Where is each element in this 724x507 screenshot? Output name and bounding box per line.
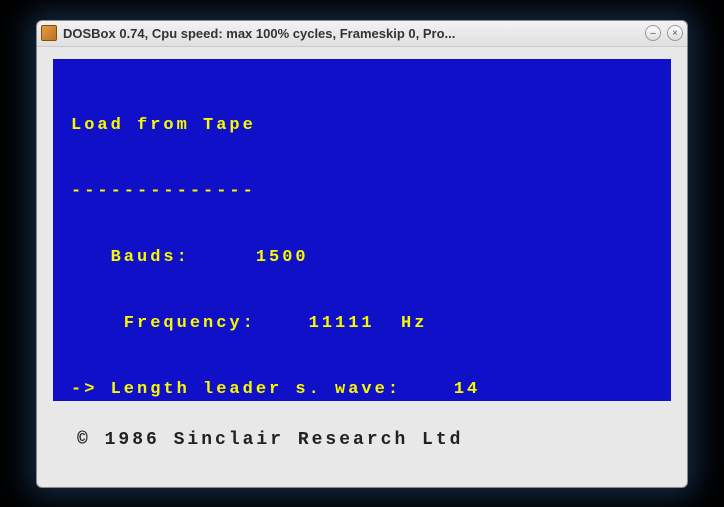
minimize-button[interactable]: – (645, 25, 661, 41)
content-area: Load from Tape -------------- Bauds: 150… (37, 47, 687, 487)
copyright-text: © 1986 Sinclair Research Ltd (77, 430, 463, 450)
app-icon (41, 25, 57, 41)
screen-divider: -------------- (71, 181, 653, 203)
emulator-screen: Load from Tape -------------- Bauds: 150… (53, 59, 671, 401)
menu-item-bauds[interactable]: Bauds: 1500 (71, 247, 653, 269)
close-button[interactable]: × (667, 25, 683, 41)
window-title: DOSBox 0.74, Cpu speed: max 100% cycles,… (63, 26, 639, 41)
screen-title: Load from Tape (71, 115, 653, 137)
menu-item-leader-swave[interactable]: -> Length leader s. wave: 14 (71, 379, 653, 401)
dosbox-window: DOSBox 0.74, Cpu speed: max 100% cycles,… (36, 20, 688, 488)
menu-item-frequency[interactable]: Frequency: 11111 Hz (71, 313, 653, 335)
titlebar[interactable]: DOSBox 0.74, Cpu speed: max 100% cycles,… (37, 21, 687, 47)
footer: © 1986 Sinclair Research Ltd (53, 401, 671, 479)
